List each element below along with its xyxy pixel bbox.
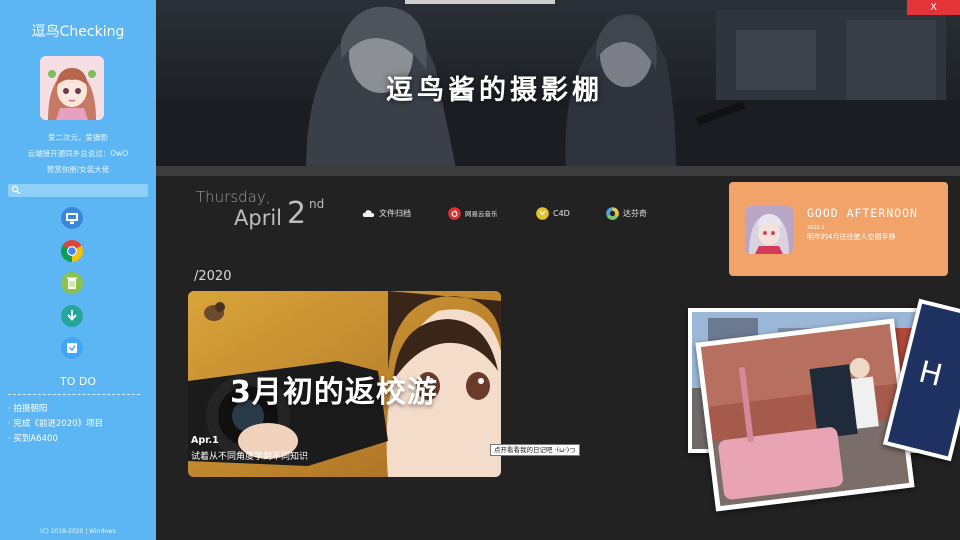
quick-link-archive[interactable]: 文件归档 [362, 205, 411, 221]
motto-line: 赞赏你朋/女装大佬 [46, 165, 110, 174]
search-box[interactable] [8, 184, 148, 197]
post-date: Apr.1 [191, 435, 219, 446]
sidebar-footer: (C) 2018-2020 | Windows [39, 528, 117, 535]
post-card[interactable]: 3月初的返校游 Apr.1 试着从不同角度学到不同知识 [188, 291, 501, 477]
top-drag-handle[interactable] [405, 0, 555, 4]
date-weekday: Thursday, [196, 188, 271, 206]
c4d-icon [536, 206, 549, 220]
quick-link-label: 文件归档 [379, 208, 411, 218]
quick-link-davinci[interactable]: 达芬奇 [606, 205, 647, 221]
date-day-suffix: nd [309, 197, 325, 211]
greeting-card: GOOD AFTERNOON 2020.1 明年的4月往往使人空間平静 [729, 182, 948, 276]
save-icon[interactable] [60, 336, 84, 360]
todo-divider [8, 394, 140, 395]
desktop-root: 逗鸟Checking 爱二次元，爱摄影 云端接开源同乡总说过：OwO 赞赏你朋/… [0, 0, 960, 540]
desktop-icon[interactable] [60, 206, 84, 230]
divider-band [156, 166, 960, 176]
profile-motto: 爱二次元，爱摄影 云端接开源同乡总说过：OwO 赞赏你朋/女装大佬 [0, 130, 156, 178]
todo-title: TO DO [59, 375, 96, 388]
motto-line: 云端接开源同乡总说过：OwO [27, 149, 129, 158]
greeting-text: 明年的4月往往使人空間平静 [807, 233, 896, 241]
photo-luggage[interactable] [695, 318, 915, 512]
trash-icon[interactable] [60, 271, 84, 295]
greeting-date: 2020.1 [807, 225, 825, 231]
quick-link-label: 网易云音乐 [465, 210, 498, 218]
download-icon[interactable] [60, 304, 84, 328]
date-month: April [234, 206, 282, 230]
motto-line: 爱二次元，爱摄影 [48, 133, 108, 142]
todo-list: · 拍摄朝阳 · 完成《前进2020》项目 · 买到A6400 [8, 402, 103, 447]
quick-link-label: 达芬奇 [623, 208, 647, 218]
chrome-icon[interactable] [60, 239, 84, 263]
sidebar: 逗鸟Checking 爱二次元，爱摄影 云端接开源同乡总说过：OwO 赞赏你朋/… [0, 0, 156, 540]
todo-item[interactable]: · 完成《前进2020》项目 [8, 417, 103, 432]
date-day: 2 [287, 196, 307, 231]
netease-music-icon [448, 206, 461, 220]
greeting-avatar [745, 206, 793, 254]
app-launcher [60, 206, 88, 369]
post-title[interactable]: 3月初的返校游 [230, 367, 438, 411]
quick-link-music[interactable]: 网易云音乐 [448, 205, 498, 221]
site-brand[interactable]: 逗鸟Checking [0, 21, 156, 41]
cloud-icon [362, 209, 375, 217]
todo-item[interactable]: · 买到A6400 [8, 432, 103, 447]
timeline-year: /2020 [194, 269, 232, 284]
search-input[interactable] [24, 184, 144, 197]
search-icon [11, 185, 21, 195]
post-tooltip: 点开看看我的日记吧 ·(ω·)つ [490, 444, 580, 456]
quick-link-label: C4D [553, 208, 570, 218]
quick-link-c4d[interactable]: C4D [536, 205, 570, 221]
header-banner: 逗鸟酱的摄影棚 [156, 0, 960, 168]
davinci-icon [606, 206, 619, 220]
post-subtitle: 试着从不同角度学到不同知识 [191, 452, 309, 462]
banner-title: 逗鸟酱的摄影棚 [386, 75, 603, 106]
close-button[interactable]: X [907, 0, 960, 15]
greeting-title: GOOD AFTERNOON [807, 206, 918, 220]
todo-item[interactable]: · 拍摄朝阳 [8, 402, 103, 417]
profile-avatar[interactable] [40, 56, 104, 120]
